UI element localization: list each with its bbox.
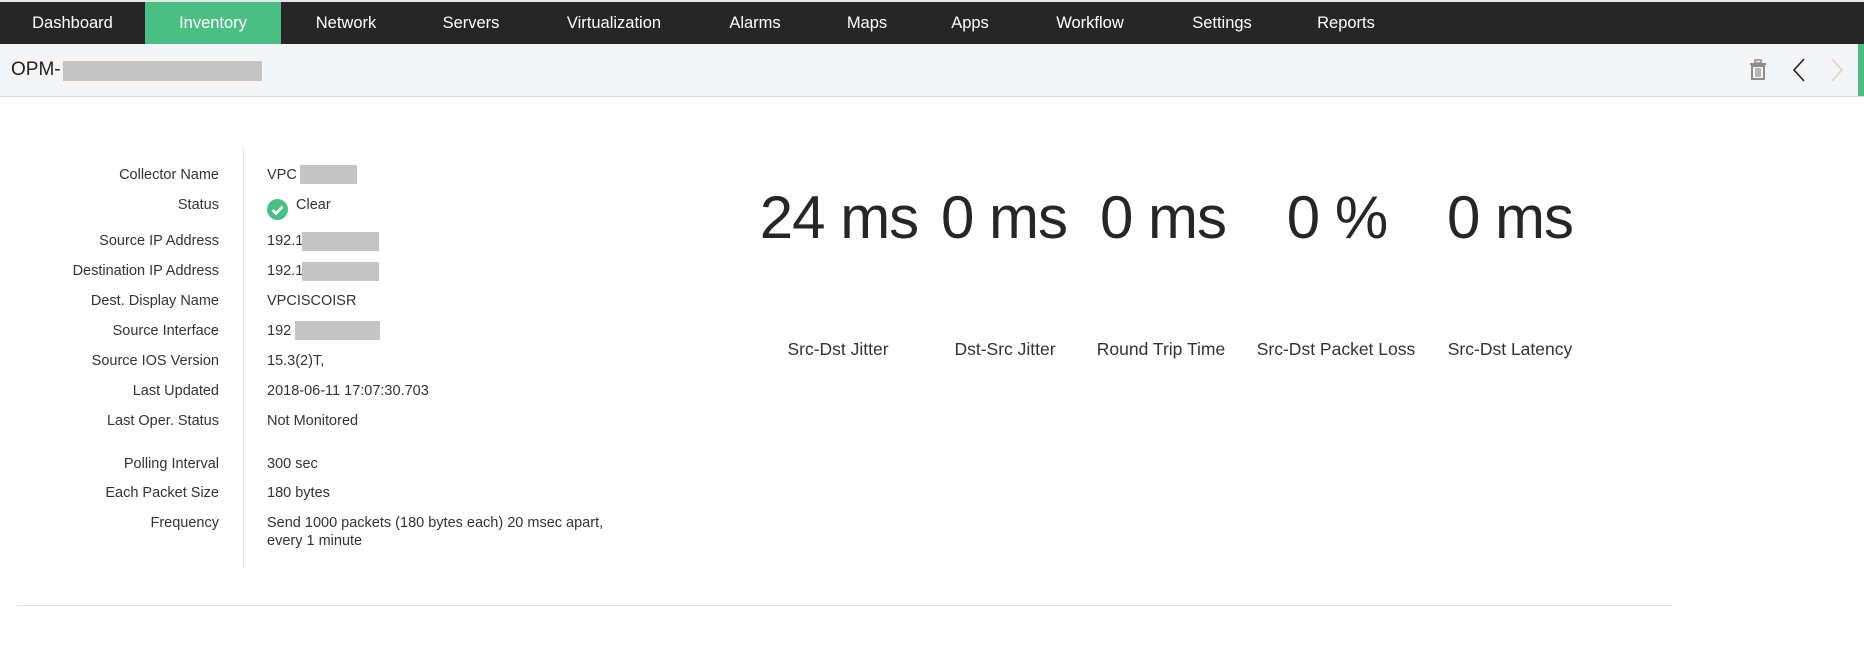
metric-latency-value: 0 ms — [1446, 184, 1574, 251]
tab-reports[interactable]: Reports — [1286, 2, 1406, 44]
tab-network[interactable]: Network — [281, 2, 411, 44]
label-last-oper-status: Last Oper. Status — [106, 413, 219, 429]
value-source-interface: 192 — [267, 323, 292, 339]
status-value: Clear — [296, 197, 331, 213]
tab-apps[interactable]: Apps — [918, 2, 1022, 44]
label-frequency: Frequency — [150, 515, 219, 531]
main-nav: Dashboard Inventory Network Servers Virt… — [0, 2, 1864, 44]
label-polling-interval: Polling Interval — [123, 456, 219, 472]
value-last-updated: 2018-06-11 17:07:30.703 — [267, 383, 429, 399]
tab-inventory[interactable]: Inventory — [145, 2, 281, 44]
redacted-block — [300, 165, 357, 184]
value-source-ios-version: 15.3(2)T, — [267, 353, 325, 369]
redacted-block — [295, 321, 380, 340]
value-collector-name: VPC — [267, 167, 297, 183]
label-source-ios-version: Source IOS Version — [91, 353, 219, 369]
label-collector-name: Collector Name — [119, 167, 219, 183]
tab-alarms[interactable]: Alarms — [695, 2, 815, 44]
tab-servers[interactable]: Servers — [411, 2, 531, 44]
chevron-right-icon[interactable] — [1830, 58, 1844, 82]
section-divider — [17, 605, 1672, 606]
check-circle-icon — [267, 199, 288, 220]
trash-icon[interactable] — [1749, 59, 1767, 81]
value-polling-interval: 300 sec — [267, 456, 318, 472]
accent-strip — [1858, 44, 1864, 96]
metric-latency-label: Src-Dst Latency — [1447, 339, 1573, 359]
metric-packet-loss-label: Src-Dst Packet Loss — [1256, 339, 1416, 359]
value-frequency-line2: every 1 minute — [267, 533, 363, 549]
tab-workflow[interactable]: Workflow — [1030, 2, 1150, 44]
tab-dashboard[interactable]: Dashboard — [0, 2, 145, 44]
metric-round-trip-label: Round Trip Time — [1096, 339, 1226, 359]
redacted-block — [302, 232, 379, 251]
value-frequency: Send 1000 packets (180 bytes each) 20 ms… — [267, 515, 604, 531]
details-divider — [243, 147, 244, 567]
tab-maps[interactable]: Maps — [811, 2, 923, 44]
page-title: OPM- — [11, 59, 61, 80]
chevron-left-icon[interactable] — [1792, 58, 1806, 82]
page-header: OPM- — [0, 44, 1864, 97]
label-last-updated: Last Updated — [132, 383, 219, 399]
value-destination-ip: 192.1 — [267, 263, 304, 279]
redacted-block — [63, 61, 262, 81]
tab-virtualization[interactable]: Virtualization — [542, 2, 686, 44]
label-source-ip: Source IP Address — [99, 233, 219, 249]
value-dest-display-name: VPCISCOISR — [267, 293, 357, 309]
label-destination-ip: Destination IP Address — [72, 263, 219, 279]
value-last-oper-status: Not Monitored — [267, 413, 359, 429]
label-packet-size: Each Packet Size — [105, 485, 219, 501]
tab-settings[interactable]: Settings — [1162, 2, 1282, 44]
label-source-interface: Source Interface — [112, 323, 219, 339]
label-status: Status — [177, 197, 219, 213]
label-dest-display-name: Dest. Display Name — [90, 293, 219, 309]
redacted-block — [302, 262, 379, 281]
value-packet-size: 180 bytes — [267, 485, 330, 501]
value-source-ip: 192.1 — [267, 233, 304, 249]
